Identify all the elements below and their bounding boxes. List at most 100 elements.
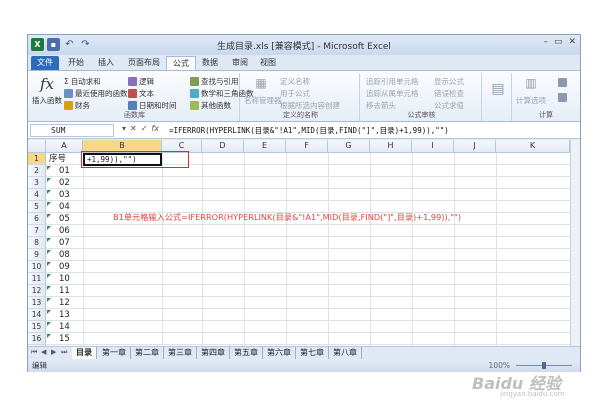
tab-view[interactable]: 视图 bbox=[254, 56, 282, 70]
enter-icon[interactable]: ✓ bbox=[141, 124, 148, 133]
formula-input[interactable]: =IFERROR(HYPERLINK(目录&"!A1",MID(目录,FIND(… bbox=[167, 124, 576, 137]
recent-functions-button[interactable]: 最近使用的函数 bbox=[64, 88, 128, 99]
column-header[interactable]: E bbox=[244, 140, 286, 153]
sheet-tab[interactable]: 第四章 bbox=[197, 347, 230, 359]
group-calculation: ▥ 计算选项 计算 bbox=[514, 73, 578, 121]
prev-sheet-icon[interactable]: ◀ bbox=[41, 348, 46, 356]
sheet-tab[interactable]: 第五章 bbox=[230, 347, 263, 359]
calc-sheet-icon[interactable] bbox=[558, 93, 567, 102]
tab-file[interactable]: 文件 bbox=[31, 56, 59, 70]
insert-function-icon[interactable]: fx bbox=[151, 124, 159, 133]
tab-home[interactable]: 开始 bbox=[62, 56, 90, 70]
cell-a1[interactable]: 序号 bbox=[49, 153, 66, 165]
cell-a6[interactable]: 05 bbox=[59, 213, 70, 225]
tab-review[interactable]: 审阅 bbox=[226, 56, 254, 70]
column-header[interactable]: I bbox=[412, 140, 454, 153]
cell-a9[interactable]: 08 bbox=[59, 249, 70, 261]
show-formulas-button[interactable]: 显示公式 bbox=[434, 76, 464, 87]
logic-button[interactable]: 逻辑 bbox=[128, 76, 154, 87]
trace-precedents-button[interactable]: 追踪引用单元格 bbox=[366, 76, 419, 87]
maximize-button[interactable]: ▭ bbox=[554, 37, 563, 47]
column-header[interactable]: H bbox=[370, 140, 412, 153]
row-header[interactable]: 14 bbox=[28, 309, 46, 321]
sheet-tab[interactable]: 第一章 bbox=[98, 347, 131, 359]
select-all-corner[interactable] bbox=[28, 140, 46, 153]
lookup-button[interactable]: 查找与引用 bbox=[190, 76, 239, 87]
column-header[interactable]: G bbox=[328, 140, 370, 153]
row-header[interactable]: 12 bbox=[28, 285, 46, 297]
row-header[interactable]: 5 bbox=[28, 201, 46, 213]
spreadsheet-grid[interactable]: A B C D E F G H I J K 1 序号 2 01 3 02 4 03 5 04 6 05… bbox=[28, 140, 580, 346]
tab-insert[interactable]: 插入 bbox=[92, 56, 120, 70]
row-header[interactable]: 10 bbox=[28, 261, 46, 273]
zoom-slider-handle[interactable] bbox=[542, 362, 546, 369]
row-header[interactable]: 3 bbox=[28, 177, 46, 189]
vertical-scrollbar[interactable] bbox=[570, 140, 580, 346]
row-header[interactable]: 15 bbox=[28, 321, 46, 333]
sheet-tab[interactable]: 目录 bbox=[72, 347, 97, 359]
cell-a12[interactable]: 11 bbox=[59, 285, 70, 297]
row-header[interactable]: 16 bbox=[28, 333, 46, 345]
name-box[interactable]: SUM bbox=[30, 124, 114, 137]
cancel-icon[interactable]: ✕ bbox=[130, 124, 137, 133]
close-button[interactable]: ✕ bbox=[568, 37, 576, 47]
text-icon bbox=[128, 89, 137, 98]
last-sheet-icon[interactable]: ⏭ bbox=[61, 348, 67, 357]
gridline bbox=[328, 153, 329, 346]
row-header[interactable]: 8 bbox=[28, 237, 46, 249]
row-header[interactable]: 1 bbox=[28, 153, 46, 165]
sheet-tab[interactable]: 第七章 bbox=[296, 347, 329, 359]
error-checking-button[interactable]: 错误检查 bbox=[434, 88, 464, 99]
column-header[interactable]: D bbox=[202, 140, 244, 153]
cell-a2[interactable]: 01 bbox=[59, 165, 70, 177]
text-button[interactable]: 文本 bbox=[128, 88, 154, 99]
sheet-tab[interactable]: 第二章 bbox=[131, 347, 164, 359]
tab-data[interactable]: 数据 bbox=[196, 56, 224, 70]
cell-a3[interactable]: 02 bbox=[59, 177, 70, 189]
calc-now-icon[interactable] bbox=[558, 78, 567, 87]
row-header[interactable]: 4 bbox=[28, 189, 46, 201]
minimize-button[interactable]: – bbox=[543, 37, 548, 47]
formula-bar: SUM ▾ ✕ ✓ fx =IFERROR(HYPERLINK(目录&"!A1"… bbox=[28, 122, 580, 139]
cell-a4[interactable]: 03 bbox=[59, 189, 70, 201]
row-header[interactable]: 7 bbox=[28, 225, 46, 237]
first-sheet-icon[interactable]: ⏮ bbox=[31, 348, 37, 357]
more-icon bbox=[190, 101, 199, 110]
cell-a8[interactable]: 07 bbox=[59, 237, 70, 249]
watch-window-icon[interactable]: ▤ bbox=[489, 81, 507, 99]
row-header[interactable]: 9 bbox=[28, 249, 46, 261]
cell-a10[interactable]: 09 bbox=[59, 261, 70, 273]
gridline bbox=[370, 153, 371, 346]
define-name-button[interactable]: 定义名称 bbox=[280, 76, 310, 87]
cell-a11[interactable]: 10 bbox=[59, 273, 70, 285]
column-header[interactable]: K bbox=[496, 140, 570, 153]
sheet-tab[interactable]: 第三章 bbox=[164, 347, 197, 359]
column-header[interactable]: J bbox=[454, 140, 496, 153]
dropdown-icon[interactable]: ▾ bbox=[122, 124, 126, 133]
row-header[interactable]: 2 bbox=[28, 165, 46, 177]
cell-a7[interactable]: 06 bbox=[59, 225, 70, 237]
tab-formulas[interactable]: 公式 bbox=[166, 56, 196, 70]
use-in-formula-button[interactable]: 用于公式 bbox=[280, 88, 310, 99]
next-sheet-icon[interactable]: ▶ bbox=[51, 348, 56, 356]
name-manager-button[interactable]: 名称管理器 bbox=[244, 95, 282, 106]
column-header[interactable]: F bbox=[286, 140, 328, 153]
cell-a14[interactable]: 13 bbox=[59, 309, 70, 321]
tab-page-layout[interactable]: 页面布局 bbox=[122, 56, 166, 70]
column-header[interactable]: A bbox=[46, 140, 83, 153]
insert-function-button[interactable]: 插入函数 bbox=[32, 95, 62, 106]
trace-dependents-button[interactable]: 追踪从属单元格 bbox=[366, 88, 419, 99]
cell-a13[interactable]: 12 bbox=[59, 297, 70, 309]
autosum-button[interactable]: Σ 自动求和 bbox=[64, 76, 101, 87]
row-header[interactable]: 11 bbox=[28, 273, 46, 285]
calc-options-button[interactable]: 计算选项 bbox=[516, 95, 546, 106]
sheet-tab[interactable]: 第六章 bbox=[263, 347, 296, 359]
cell-a5[interactable]: 04 bbox=[59, 201, 70, 213]
row-header[interactable]: 13 bbox=[28, 297, 46, 309]
cell-a15[interactable]: 14 bbox=[59, 321, 70, 333]
row-header[interactable]: 6 bbox=[28, 213, 46, 225]
cell-a16[interactable]: 15 bbox=[59, 333, 70, 345]
coins-icon bbox=[64, 101, 73, 110]
gridline bbox=[46, 248, 580, 249]
sheet-tab[interactable]: 第八章 bbox=[329, 347, 362, 359]
